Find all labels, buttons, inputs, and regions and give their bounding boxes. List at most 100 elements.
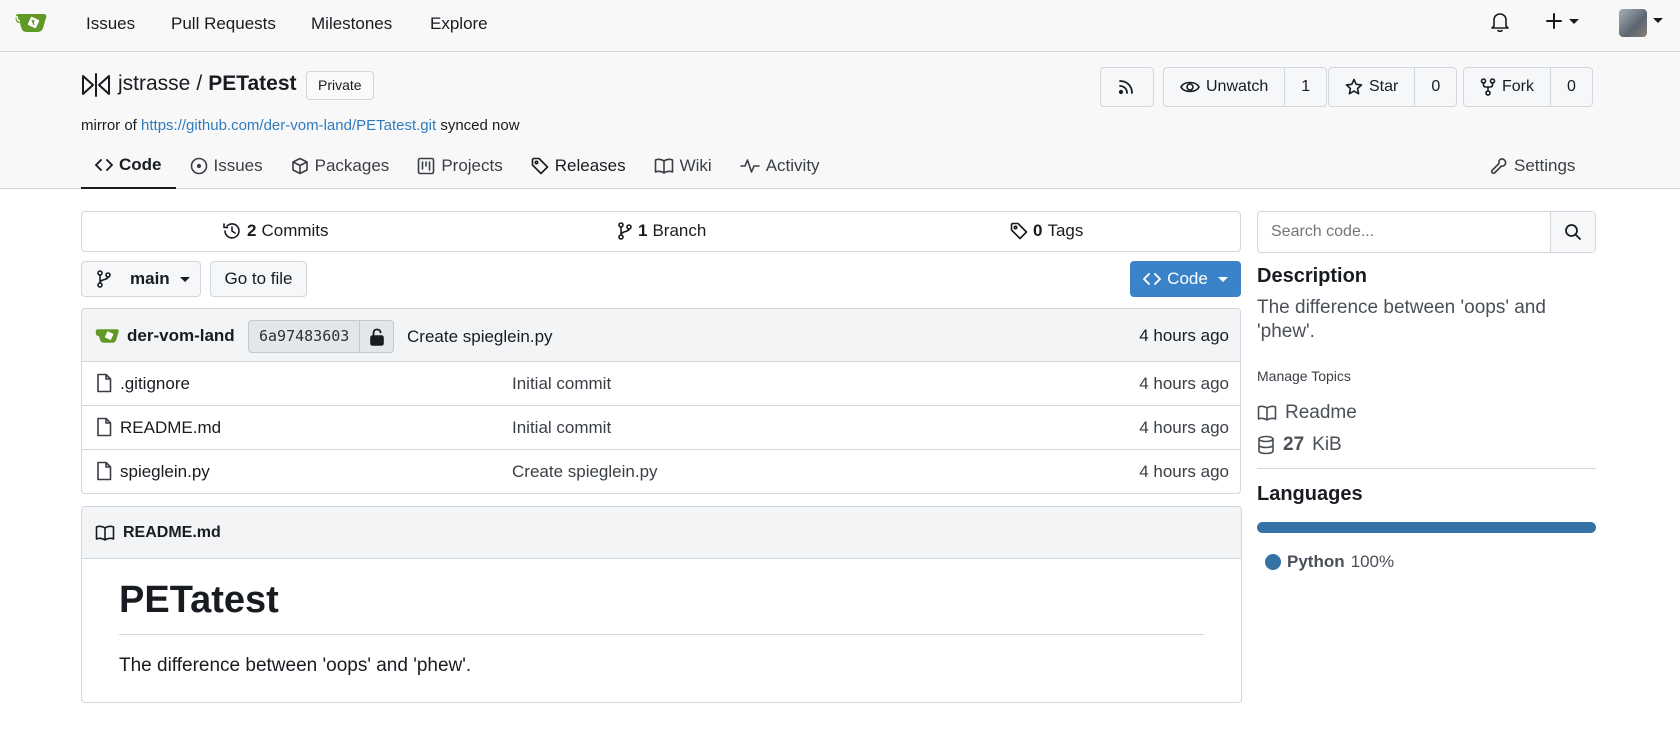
unwatch-button[interactable]: Unwatch <box>1164 68 1286 106</box>
readme-heading: PETatest <box>119 579 1204 635</box>
tags-link[interactable]: 0 Tags <box>1010 221 1083 241</box>
chevron-down-icon <box>179 276 190 282</box>
unwatch-label: Unwatch <box>1206 78 1269 95</box>
repo-title: jstrasse / PETatest <box>118 72 297 96</box>
search-button[interactable] <box>1550 212 1595 252</box>
description-heading: Description <box>1257 265 1368 287</box>
mirror-prefix: mirror of <box>81 117 137 134</box>
tags-count: 0 <box>1033 221 1043 240</box>
stars-count[interactable]: 0 <box>1415 68 1456 106</box>
plus-icon <box>1546 13 1562 29</box>
commit-sha-link[interactable]: 6a97483603 <box>249 321 361 352</box>
nav-issues[interactable]: Issues <box>86 14 135 34</box>
gitea-logo-icon[interactable] <box>14 10 50 36</box>
nav-milestones[interactable]: Milestones <box>311 14 392 34</box>
chevron-down-icon <box>1217 276 1228 282</box>
wrench-icon <box>1490 158 1507 175</box>
repo-size-unit: KiB <box>1312 434 1342 455</box>
table-row: .gitignore Initial commit 4 hours ago <box>82 362 1240 406</box>
user-avatar[interactable] <box>1619 9 1647 37</box>
book-icon <box>1257 405 1277 421</box>
clone-code-button[interactable]: Code <box>1130 261 1241 297</box>
chevron-down-icon <box>1569 18 1579 24</box>
branch-name: main <box>130 269 170 288</box>
branch-icon <box>97 270 111 288</box>
go-to-file-button[interactable]: Go to file <box>210 261 307 297</box>
nav-explore[interactable]: Explore <box>430 14 488 34</box>
star-label: Star <box>1369 78 1399 95</box>
commit-author-link[interactable]: der-vom-land <box>127 326 235 346</box>
languages-heading: Languages <box>1257 483 1363 505</box>
language-name: Python <box>1287 552 1345 571</box>
tab-issues[interactable]: Issues <box>176 143 277 189</box>
repo-description: The difference between 'oops' and 'phew'… <box>1257 297 1546 342</box>
manage-topics-link[interactable]: Manage Topics <box>1257 368 1351 384</box>
fork-button[interactable]: Fork <box>1464 68 1551 106</box>
tab-projects[interactable]: Projects <box>403 143 516 189</box>
language-bar <box>1257 522 1596 533</box>
readme-filename-link[interactable]: README.md <box>123 524 221 542</box>
forks-count[interactable]: 0 <box>1551 68 1592 106</box>
commit-message-link[interactable]: Create spieglein.py <box>407 327 553 347</box>
file-table: der-vom-land 6a97483603 Create spieglein… <box>81 308 1241 494</box>
watchers-count[interactable]: 1 <box>1285 68 1326 106</box>
tab-code[interactable]: Code <box>81 143 176 189</box>
branch-selector[interactable]: main <box>81 261 201 297</box>
file-commit-link[interactable]: Create spieglein.py <box>512 462 658 482</box>
readme-text: The difference between 'oops' and 'phew'… <box>119 655 472 676</box>
repo-size: 27 KiB <box>1257 434 1342 456</box>
search-input[interactable] <box>1258 212 1550 252</box>
rss-button[interactable] <box>1100 67 1154 107</box>
branches-link[interactable]: 1 Branch <box>617 221 706 241</box>
star-icon <box>1345 78 1363 95</box>
file-icon <box>96 417 112 437</box>
tab-wiki[interactable]: Wiki <box>640 143 726 189</box>
file-commit-link[interactable]: Initial commit <box>512 418 611 438</box>
file-commit-link[interactable]: Initial commit <box>512 374 611 394</box>
commit-time: 4 hours ago <box>1139 326 1229 345</box>
readme-sidebar-link[interactable]: Readme <box>1257 402 1357 424</box>
branch-icon <box>618 222 632 240</box>
repo-name-link[interactable]: PETatest <box>208 72 296 96</box>
file-icon <box>96 373 112 393</box>
tab-code-label: Code <box>119 155 162 174</box>
tab-projects-label: Projects <box>441 156 503 175</box>
issue-icon <box>190 157 207 175</box>
file-time: 4 hours ago <box>1139 374 1229 393</box>
repo-size-value: 27 <box>1283 434 1305 455</box>
latest-commit-row: der-vom-land 6a97483603 Create spieglein… <box>82 309 1240 362</box>
tab-wiki-label: Wiki <box>679 156 712 175</box>
mirror-url-link[interactable]: https://github.com/der-vom-land/PETatest… <box>141 117 436 134</box>
chevron-down-icon[interactable] <box>1653 18 1663 23</box>
tags-label: Tags <box>1047 221 1084 240</box>
commits-link[interactable]: 2 Commits <box>222 221 329 241</box>
readme-sidebar-label: Readme <box>1285 402 1357 423</box>
author-avatar[interactable] <box>94 327 122 345</box>
tab-packages[interactable]: Packages <box>277 143 404 189</box>
sidebar-divider <box>1257 468 1596 469</box>
file-name-link[interactable]: .gitignore <box>120 374 190 394</box>
clone-code-label: Code <box>1167 269 1208 288</box>
language-color-dot <box>1265 554 1281 570</box>
search-icon <box>1565 224 1581 240</box>
code-search <box>1257 211 1596 253</box>
file-name-link[interactable]: spieglein.py <box>120 462 210 482</box>
tab-releases[interactable]: Releases <box>517 143 640 189</box>
create-menu-button[interactable] <box>1545 12 1579 30</box>
tab-activity[interactable]: Activity <box>726 143 834 189</box>
fork-group: Fork 0 <box>1463 67 1593 107</box>
repo-header: jstrasse / PETatest Private Unwatch 1 St… <box>0 53 1680 189</box>
file-name-link[interactable]: README.md <box>120 418 221 438</box>
unlock-icon[interactable] <box>360 321 393 352</box>
bell-icon[interactable] <box>1490 11 1510 33</box>
top-navbar: Issues Pull Requests Milestones Explore <box>0 0 1680 52</box>
repo-owner-link[interactable]: jstrasse <box>118 72 190 96</box>
eye-icon <box>1180 81 1200 93</box>
mirror-sync-status: synced now <box>440 117 520 134</box>
repo-stats-bar: 2 Commits 1 Branch 0 Tags <box>81 211 1241 252</box>
table-row: spieglein.py Create spieglein.py 4 hours… <box>82 450 1240 493</box>
nav-pull-requests[interactable]: Pull Requests <box>171 14 276 34</box>
language-item: Python 100% <box>1265 552 1394 572</box>
star-button[interactable]: Star <box>1329 68 1416 106</box>
tab-settings[interactable]: Settings <box>1490 143 1575 189</box>
